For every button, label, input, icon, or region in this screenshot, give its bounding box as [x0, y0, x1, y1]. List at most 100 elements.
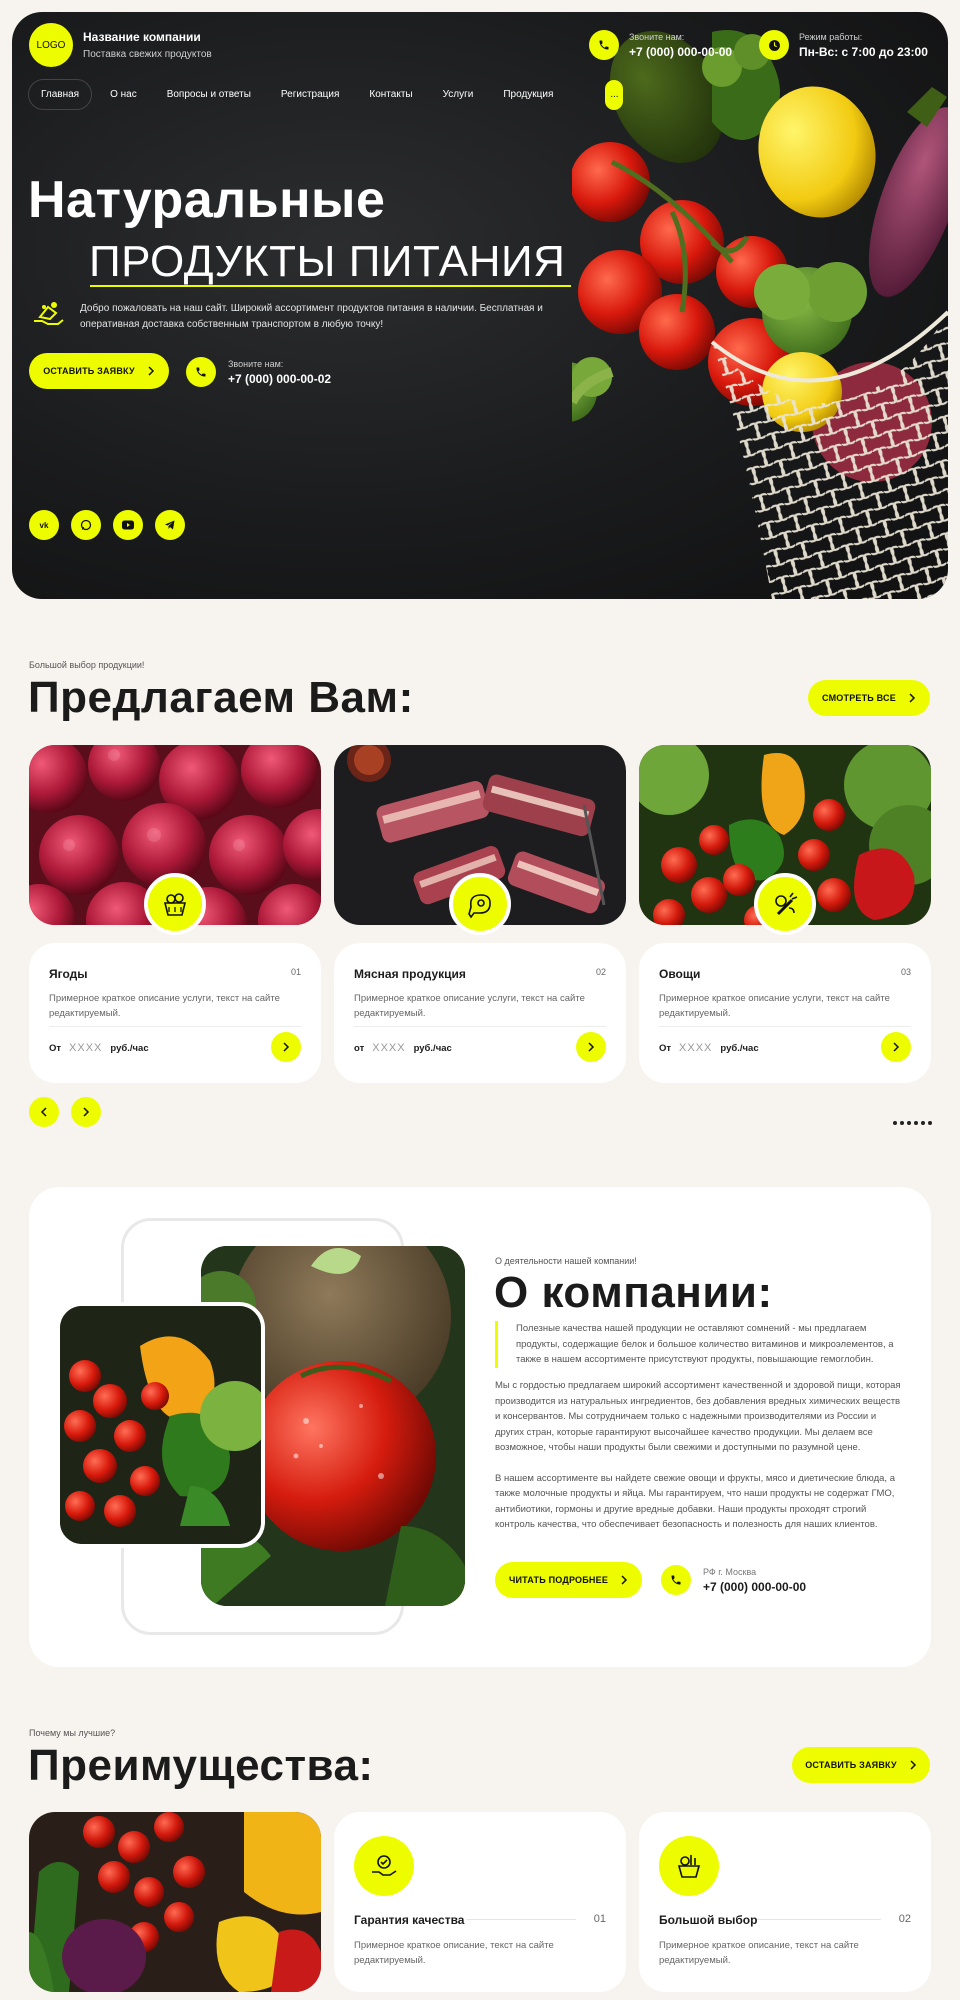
- hero-call-label: Звоните нам:: [228, 358, 284, 369]
- hero-title: Натуральные: [28, 171, 386, 229]
- company-tagline: Поставка свежих продуктов: [83, 49, 212, 60]
- phone-icon: [186, 357, 216, 387]
- product-card-title: Ягоды: [49, 967, 88, 981]
- nav-item-register[interactable]: Регистрация: [269, 80, 351, 109]
- product-card-title: Мясная продукция: [354, 967, 466, 981]
- product-card-berries[interactable]: Ягоды 01 Примерное краткое описание услу…: [29, 943, 321, 1083]
- hero-underline: [90, 285, 571, 287]
- about-paragraph-2: В нашем ассортименте вы найдете свежие о…: [495, 1472, 895, 1531]
- hours-value: Пн-Вс: с 7:00 до 23:00: [799, 44, 928, 59]
- hero-call-phone: +7 (000) 000-00-02: [228, 371, 332, 386]
- see-all-button[interactable]: СМОТРЕТЬ ВСЕ: [808, 680, 930, 716]
- delivery-hand-icon: [34, 302, 64, 325]
- read-more-button[interactable]: ЧИТАТЬ ПОДРОБНЕЕ: [495, 1562, 642, 1598]
- vk-icon[interactable]: vk: [29, 510, 59, 540]
- divider: [659, 1026, 911, 1027]
- product-card-title: Овощи: [659, 967, 701, 981]
- see-all-label: СМОТРЕТЬ ВСЕ: [822, 693, 896, 703]
- advantage-card-number: 01: [593, 1913, 606, 1925]
- company-name: Название компании: [83, 30, 201, 44]
- chevron-right-icon: [283, 1042, 290, 1052]
- chevron-right-icon: [588, 1042, 595, 1052]
- nav-item-products[interactable]: Продукция: [491, 80, 565, 109]
- advantage-card-number: 02: [898, 1913, 911, 1925]
- nav-item-contacts[interactable]: Контакты: [357, 80, 424, 109]
- nav-item-home[interactable]: Главная: [28, 79, 93, 110]
- logo[interactable]: LOGO: [29, 23, 73, 67]
- hero-request-button[interactable]: ОСТАВИТЬ ЗАЯВКУ: [29, 353, 169, 389]
- hero-call-block[interactable]: Звоните нам: +7 (000) 000-00-02: [186, 357, 331, 387]
- advantages-request-button[interactable]: ОСТАВИТЬ ЗАЯВКУ: [792, 1747, 930, 1783]
- youtube-icon[interactable]: [113, 510, 143, 540]
- divider: [466, 1919, 576, 1920]
- phone-icon: [661, 1565, 691, 1595]
- advantage-card-quality: Гарантия качества 01 Примерное краткое о…: [334, 1812, 626, 1992]
- price-unit: руб./час: [720, 1043, 759, 1054]
- nav-item-faq[interactable]: Вопросы и ответы: [155, 80, 263, 109]
- hero-section: LOGO Название компании Поставка свежих п…: [12, 12, 948, 599]
- advantages-photo: [29, 1812, 321, 1992]
- slider-pagination[interactable]: [893, 1121, 932, 1125]
- chevron-right-icon: [621, 1575, 628, 1585]
- product-card-price: От XXXX руб./час: [659, 1042, 759, 1054]
- about-city: РФ г. Москва: [703, 1566, 757, 1577]
- advantage-card-title: Большой выбор: [659, 1913, 758, 1927]
- whatsapp-icon[interactable]: [71, 510, 101, 540]
- product-card-open-button[interactable]: [271, 1032, 301, 1062]
- price-value: XXXX: [679, 1042, 713, 1054]
- main-nav: Главная О нас Вопросы и ответы Регистрац…: [28, 79, 624, 110]
- about-phone: +7 (000) 000-00-00: [703, 1579, 807, 1594]
- chevron-right-icon: [148, 366, 154, 376]
- advantage-card-text: Примерное краткое описание, текст на сай…: [659, 1940, 859, 1966]
- chevron-right-icon: [910, 1760, 916, 1770]
- price-unit: руб./час: [413, 1043, 452, 1054]
- hero-description: Добро пожаловать на наш сайт. Широкий ас…: [80, 303, 543, 330]
- product-card-text: Примерное краткое описание услуги, текст…: [354, 993, 585, 1019]
- chevron-right-icon: [893, 1042, 900, 1052]
- header-phone[interactable]: Звоните нам: +7 (000) 000-00-00: [589, 30, 732, 60]
- about-kicker: О деятельности нашей компании!: [495, 1256, 637, 1266]
- chevron-right-icon: [83, 1107, 90, 1117]
- clock-icon: [759, 30, 789, 60]
- company-block: Название компании Поставка свежих продук…: [83, 30, 212, 60]
- quality-hand-icon: [354, 1836, 414, 1896]
- about-paragraph-1: Мы с гордостью предлагаем широкий ассорт…: [495, 1380, 901, 1453]
- product-card-text: Примерное краткое описание услуги, текст…: [659, 993, 890, 1019]
- header-hours: Режим работы: Пн-Вс: с 7:00 до 23:00: [759, 30, 928, 60]
- price-prefix: От: [49, 1043, 62, 1054]
- chevron-right-icon: [909, 693, 916, 703]
- advantages-request-label: ОСТАВИТЬ ЗАЯВКУ: [805, 1760, 897, 1770]
- chevron-left-icon: [40, 1107, 47, 1117]
- product-card-text: Примерное краткое описание услуги, текст…: [49, 993, 280, 1019]
- mixed-vegetables-photo: [56, 1302, 265, 1548]
- nav-item-services[interactable]: Услуги: [431, 80, 486, 109]
- hero-produce-image: [572, 30, 948, 599]
- hero-request-label: ОСТАВИТЬ ЗАЯВКУ: [43, 366, 135, 376]
- nav-item-about[interactable]: О нас: [98, 80, 149, 109]
- price-prefix: от: [354, 1043, 365, 1054]
- meat-icon: [449, 873, 511, 935]
- divider: [757, 1919, 881, 1920]
- product-card-number: 03: [900, 967, 911, 977]
- about-title: О компании:: [494, 1268, 773, 1317]
- telegram-icon[interactable]: [155, 510, 185, 540]
- advantages-title: Преимущества:: [28, 1741, 374, 1790]
- slider-prev-button[interactable]: [29, 1097, 59, 1127]
- product-card-open-button[interactable]: [576, 1032, 606, 1062]
- phone-number: +7 (000) 000-00-00: [629, 44, 733, 59]
- about-contact[interactable]: РФ г. Москва +7 (000) 000-00-00: [661, 1565, 806, 1595]
- price-value: XXXX: [372, 1042, 406, 1054]
- product-card-meat[interactable]: Мясная продукция 02 Примерное краткое оп…: [334, 943, 626, 1083]
- berry-basket-icon: [144, 873, 206, 935]
- product-card-open-button[interactable]: [881, 1032, 911, 1062]
- price-prefix: От: [659, 1043, 672, 1054]
- slider-next-button[interactable]: [71, 1097, 101, 1127]
- advantage-card-choice: Большой выбор 02 Примерное краткое описа…: [639, 1812, 931, 1992]
- hero-subtitle: ПРОДУКТЫ ПИТАНИЯ: [89, 237, 566, 286]
- about-text: Мы с гордостью предлагаем широкий ассорт…: [495, 1378, 905, 1533]
- hours-label: Режим работы:: [799, 31, 863, 42]
- grocery-basket-icon: [659, 1836, 719, 1896]
- divider: [354, 1026, 606, 1027]
- nav-more-button[interactable]: ...: [605, 79, 624, 110]
- product-card-vegetables[interactable]: Овощи 03 Примерное краткое описание услу…: [639, 943, 931, 1083]
